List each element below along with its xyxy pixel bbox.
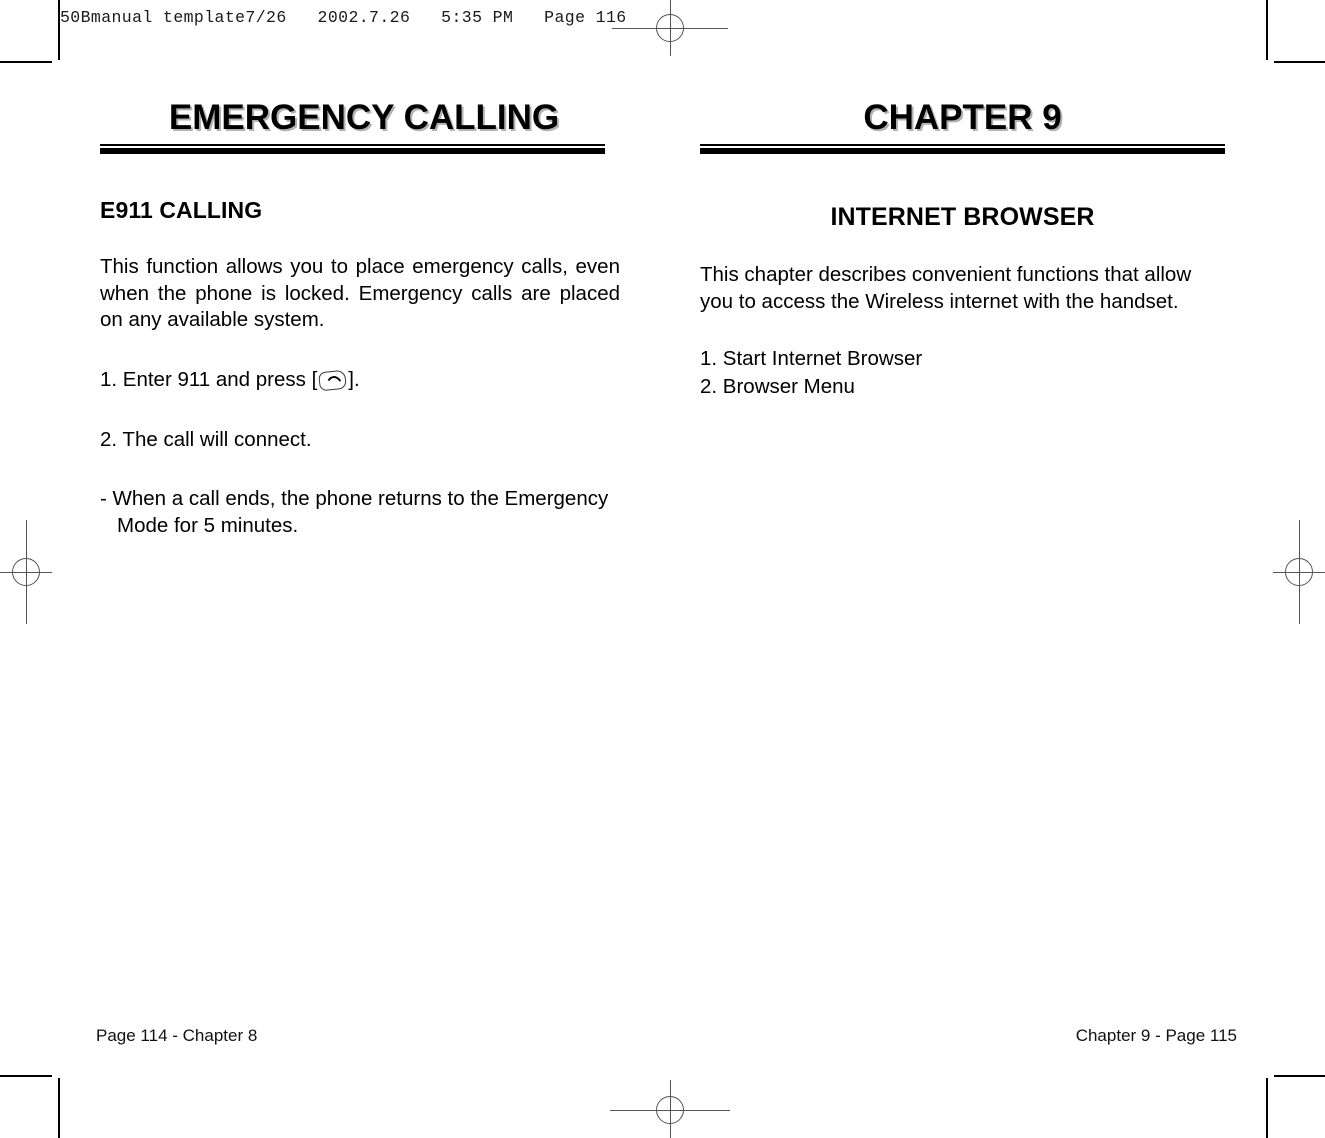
left-banner-rule-thin: [100, 144, 605, 146]
list-item: 1. Start Internet Browser: [700, 347, 923, 371]
left-page-column: EMERGENCY CALLING E911 CALLING This func…: [100, 100, 620, 539]
left-page-footer: Page 114 - Chapter 8: [96, 1026, 258, 1045]
crop-mark-top-right-horizontal: [1274, 61, 1325, 63]
crop-mark-top-right-vertical: [1266, 0, 1268, 60]
chapter-banner-title: CHAPTER 9: [863, 98, 1062, 137]
e911-note: - When a call ends, the phone returns to…: [100, 487, 609, 537]
send-key-icon: [318, 369, 348, 392]
e911-step-1: 1. Enter 911 and press [].: [100, 367, 620, 394]
left-section-banner: EMERGENCY CALLING: [100, 100, 620, 154]
chapter-banner: CHAPTER 9: [700, 100, 1225, 154]
crop-mark-bottom-right-vertical: [1266, 1078, 1268, 1138]
chapter-banner-rule-thin: [700, 144, 1225, 146]
trim-line-bottom-left: [0, 1075, 52, 1077]
document-page: 50Bmanual template7/26 2002.7.26 5:35 PM…: [0, 0, 1325, 1138]
e911-intro-paragraph: This function allows you to place emerge…: [100, 255, 620, 332]
left-banner-title: EMERGENCY CALLING: [168, 98, 560, 137]
chapter-banner-rule-thick: [700, 148, 1225, 154]
chapter-contents-list: 1. Start Internet Browser 2. Browser Men…: [700, 345, 1225, 400]
e911-step-2: 2. The call will connect.: [100, 427, 312, 451]
list-item: 2. Browser Menu: [700, 374, 855, 398]
e911-heading: E911 CALLING: [100, 197, 263, 223]
right-page-column: CHAPTER 9 INTERNET BROWSER This chapter …: [700, 100, 1225, 400]
internet-browser-heading: INTERNET BROWSER: [830, 203, 1095, 231]
right-page-footer: Chapter 9 - Page 115: [1075, 1026, 1237, 1045]
crop-mark-bottom-left-vertical: [58, 1078, 60, 1138]
film-header-text: 50Bmanual template7/26 2002.7.26 5:35 PM…: [60, 8, 627, 27]
crop-mark-bottom-right-horizontal: [1274, 1075, 1325, 1077]
internet-browser-intro-paragraph: This chapter describes convenient functi…: [700, 263, 1192, 313]
crop-mark-top-left-horizontal: [0, 61, 52, 63]
e911-step-1-text-before: 1. Enter 911 and press [: [100, 367, 318, 391]
left-banner-rule-thick: [100, 148, 605, 154]
e911-step-1-text-after: ].: [348, 367, 360, 391]
